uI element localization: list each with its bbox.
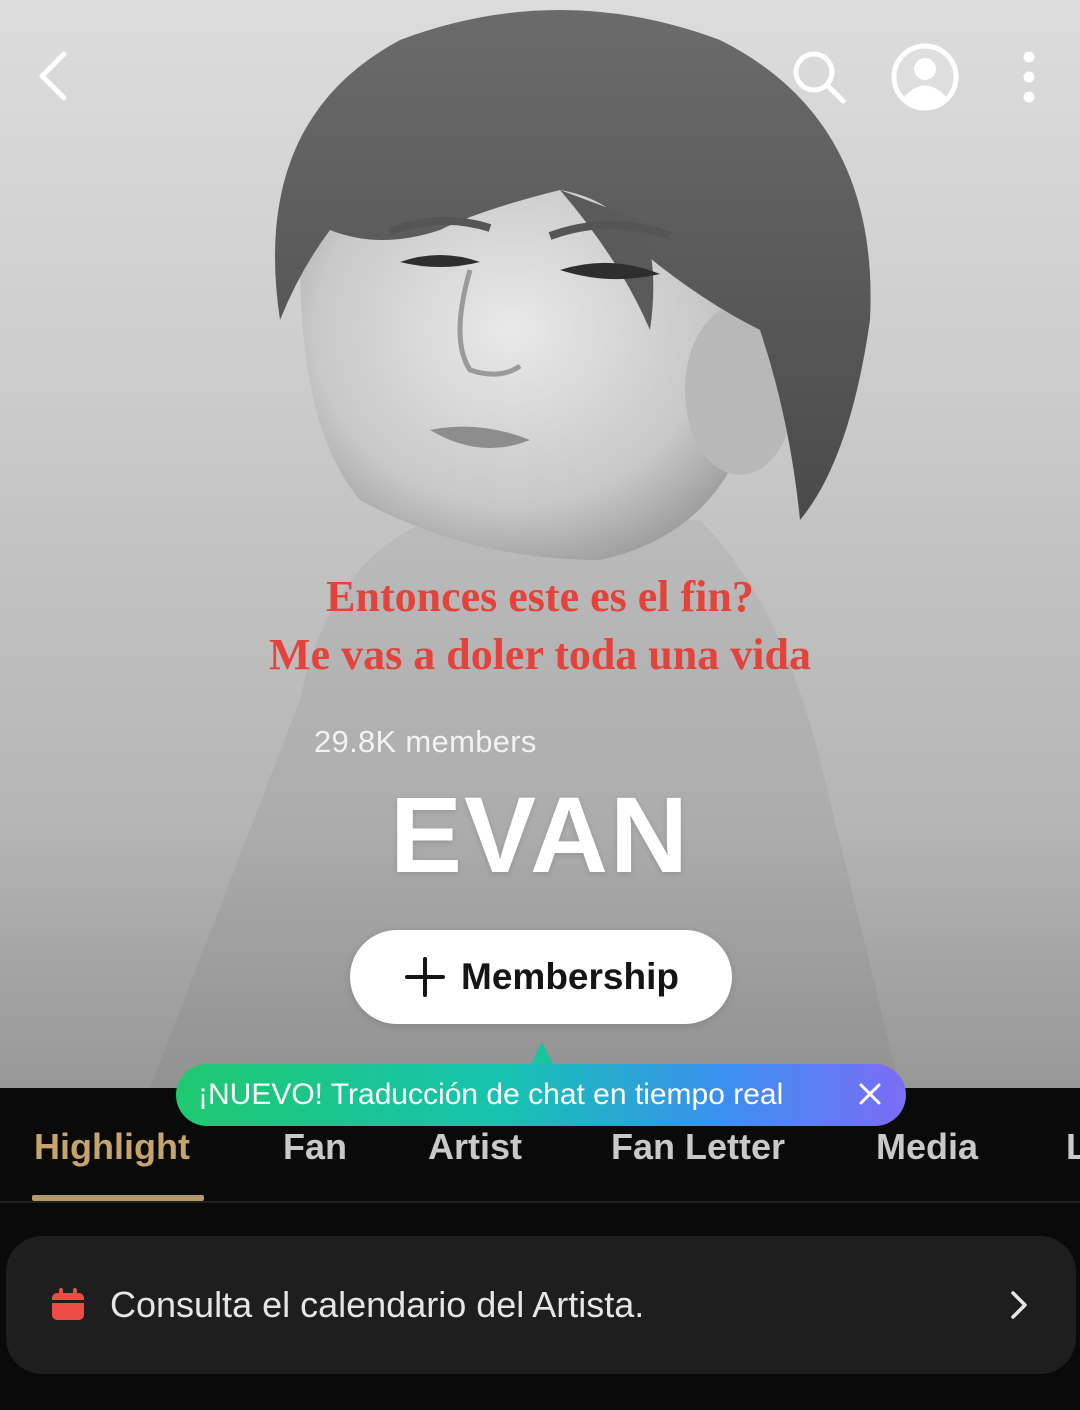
profile-button[interactable] — [890, 42, 960, 112]
tab-overflow[interactable]: L — [1066, 1126, 1080, 1168]
tooltip-text: ¡NUEVO! Traducción de chat en tiempo rea… — [198, 1078, 784, 1111]
more-vertical-icon — [1023, 51, 1035, 103]
membership-button[interactable]: Membership — [350, 930, 732, 1024]
back-chevron-icon — [39, 51, 67, 101]
artist-name: EVAN — [389, 774, 691, 895]
tooltip-arrow — [530, 1042, 554, 1066]
back-button[interactable] — [20, 40, 84, 112]
search-icon — [793, 51, 846, 104]
chevron-right-icon — [1011, 1291, 1027, 1319]
tab-fan[interactable]: Fan — [283, 1126, 347, 1168]
hero-banner: Entonces este es el fin? Me vas a doler … — [0, 0, 1080, 1088]
tabs-divider — [0, 1201, 1080, 1203]
tab-highlight[interactable]: Highlight — [34, 1126, 190, 1168]
tab-artist[interactable]: Artist — [428, 1126, 522, 1168]
more-options-button[interactable] — [1008, 44, 1050, 110]
plus-icon — [405, 957, 446, 997]
calendar-card-text: Consulta el calendario del Artista. — [110, 1284, 645, 1325]
tab-media[interactable]: Media — [876, 1126, 978, 1168]
caption-line-2: Me vas a doler toda una vida — [269, 630, 811, 679]
caption-line-1: Entonces este es el fin? — [326, 572, 754, 621]
close-icon[interactable] — [856, 1080, 884, 1108]
calendar-icon — [52, 1288, 84, 1320]
tab-fan-letter[interactable]: Fan Letter — [611, 1126, 785, 1168]
membership-label: Membership — [461, 956, 679, 997]
profile-avatar-icon — [891, 43, 959, 111]
search-button[interactable] — [786, 44, 852, 110]
translation-tooltip[interactable]: ¡NUEVO! Traducción de chat en tiempo rea… — [176, 1064, 906, 1126]
member-count: 29.8K members — [314, 724, 537, 759]
